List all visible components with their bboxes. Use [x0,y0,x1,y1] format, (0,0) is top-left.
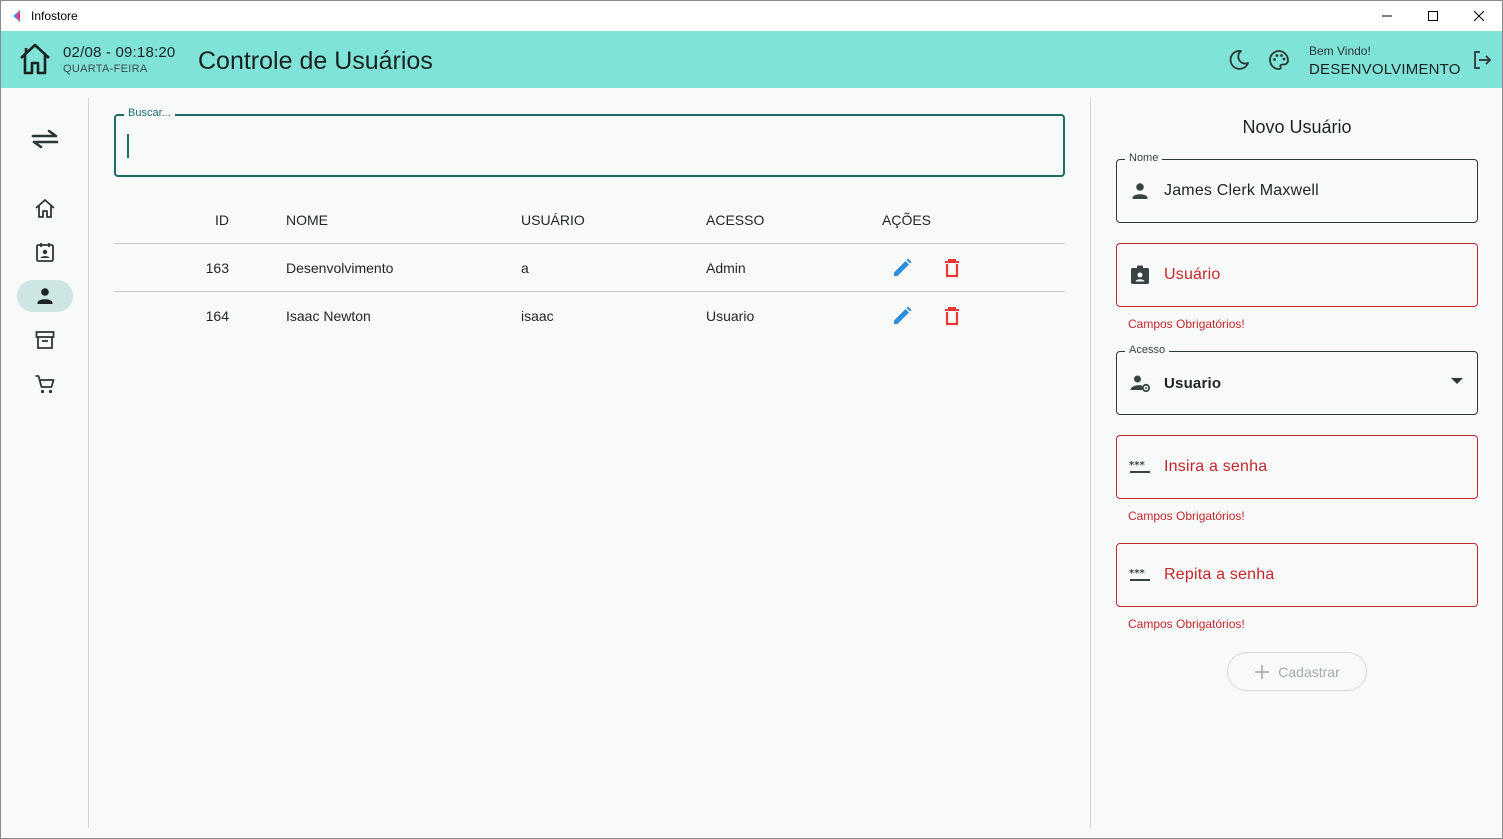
current-weekday: QUARTA-FEIRA [63,63,148,75]
sidebar [1,88,89,838]
header-id: ID [215,211,229,228]
username-error: Campos Obrigatórios! [1128,317,1245,331]
welcome-label: Bem Vindo! [1309,44,1371,58]
cell-acesso: Admin [706,259,746,276]
cell-id: 163 [205,259,229,276]
app-header: 02/08 - 09:18:20 QUARTA-FEIRA Controle d… [1,31,1502,88]
password-field-placeholder: Insira a senha [1164,458,1268,475]
sidebar-item-users[interactable] [17,280,73,312]
name-field-value: James Clerk Maxwell [1164,182,1319,199]
dark-mode-icon[interactable] [1227,48,1251,72]
cell-usuario: isaac [521,308,554,324]
person-icon [1132,183,1148,199]
search-field[interactable]: Buscar... [114,107,1065,177]
sidebar-toggle-button[interactable] [27,124,63,154]
table-header: ID NOME USUÁRIO ACESSO AÇÕES [114,196,1065,244]
access-select[interactable]: Acesso Usuario [1116,344,1478,415]
users-table: ID NOME USUÁRIO ACESSO AÇÕES 163 Desenvo… [114,196,1065,340]
form-panel-divider [1090,98,1091,828]
search-label: Buscar... [124,107,175,119]
cell-id: 164 [205,308,229,324]
register-button-label: Cadastrar [1278,663,1340,680]
delete-icon[interactable] [940,304,964,328]
contact-calendar-icon [36,243,54,262]
username-field[interactable]: Usuário [1116,243,1478,307]
repeat-password-error: Campos Obrigatórios! [1128,617,1245,631]
delete-icon[interactable] [940,256,964,280]
current-username: DESENVOLVIMENTO [1309,61,1461,78]
sidebar-item-home[interactable] [17,192,73,224]
password-icon: *** [1129,568,1150,581]
access-selected-value: Usuario [1164,375,1222,392]
window-title: Infostore [31,9,78,23]
edit-icon[interactable] [890,256,914,280]
password-field[interactable]: *** Insira a senha [1116,435,1478,499]
name-field[interactable]: Nome James Clerk Maxwell [1116,152,1478,223]
datetime-display: 02/08 - 09:18:20 QUARTA-FEIRA [63,44,175,75]
window-titlebar: Infostore [1,1,1502,31]
cell-usuario: a [521,259,529,276]
repeat-password-field-placeholder: Repita a senha [1164,566,1275,583]
minimize-button[interactable] [1364,1,1410,31]
app-window: Infostore 02/08 - 09:18:20 QUARTA-FEIRA … [0,0,1503,839]
close-window-button[interactable] [1456,1,1502,31]
cell-nome: Isaac Newton [286,308,371,324]
archive-icon [35,331,55,349]
header-acesso: ACESSO [706,211,765,228]
name-field-label: Nome [1125,152,1163,164]
current-datetime: 02/08 - 09:18:20 [63,44,176,61]
header-acoes: AÇÕES [882,211,932,228]
svg-text:***: *** [1129,568,1145,579]
text-cursor [127,134,129,158]
palette-icon[interactable] [1267,48,1291,72]
password-icon: *** [1129,460,1150,473]
sidebar-item-cart[interactable] [17,368,73,400]
sidebar-item-inventory[interactable] [17,324,73,356]
edit-icon[interactable] [890,304,914,328]
cart-icon [35,375,55,394]
table-row: 164 Isaac Newton isaac Usuario [114,292,1065,340]
home-icon[interactable] [17,41,53,77]
register-button[interactable]: Cadastrar [1227,652,1367,691]
logout-icon[interactable] [1471,49,1493,71]
header-nome: NOME [286,211,328,228]
search-input[interactable] [130,132,1030,160]
table-row: 163 Desenvolvimento a Admin [114,244,1065,292]
form-title: Novo Usuário [1242,117,1352,137]
cell-acesso: Usuario [706,308,755,324]
swap-arrows-icon [31,129,59,149]
repeat-password-field[interactable]: *** Repita a senha [1116,543,1478,607]
manage-accounts-icon [1130,375,1151,393]
user-welcome: Bem Vindo! DESENVOLVIMENTO [1309,44,1461,78]
password-error: Campos Obrigatórios! [1128,509,1245,523]
home-icon [35,199,55,218]
page-title: Controle de Usuários [198,47,433,75]
access-field-label: Acesso [1125,344,1170,356]
chevron-down-icon [1451,378,1463,384]
add-icon [1255,664,1270,679]
person-icon [37,288,53,304]
maximize-button[interactable] [1410,1,1456,31]
sidebar-item-contacts[interactable] [17,236,73,268]
cell-nome: Desenvolvimento [286,259,394,276]
badge-icon [1131,265,1149,284]
header-usuario: USUÁRIO [521,211,585,228]
app-logo-icon [13,10,20,22]
sidebar-divider [88,98,89,828]
svg-text:***: *** [1129,460,1145,471]
username-field-placeholder: Usuário [1164,266,1221,283]
